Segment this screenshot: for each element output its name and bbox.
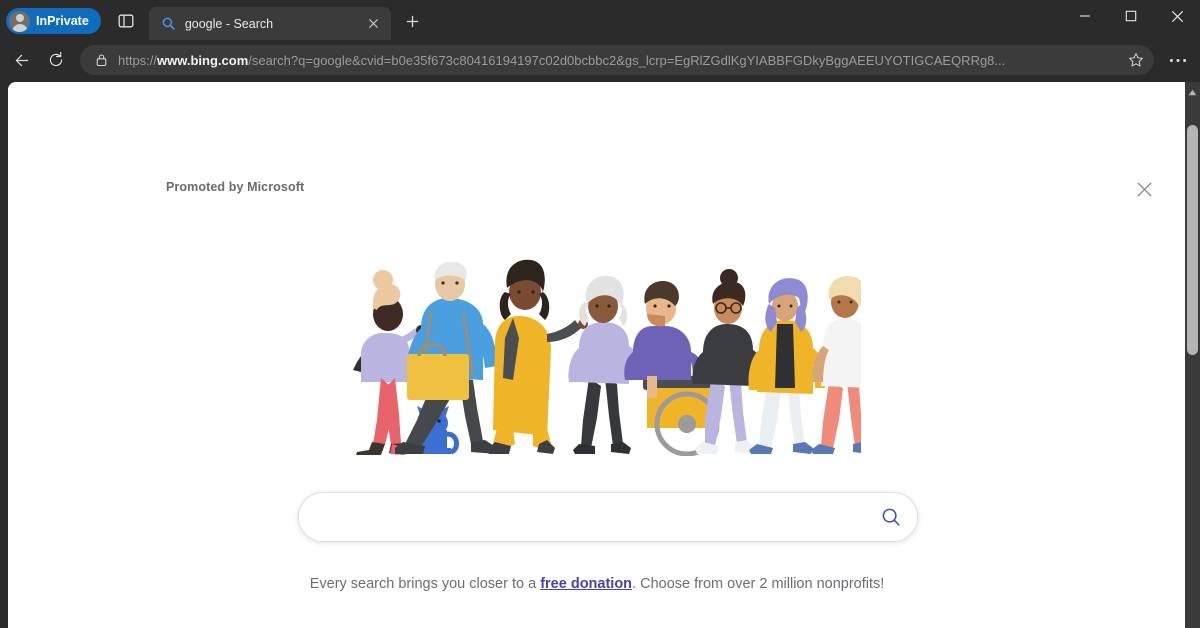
search-submit-button[interactable] — [865, 494, 917, 540]
close-window-button[interactable] — [1154, 0, 1200, 32]
browser-tab[interactable]: google - Search — [148, 7, 391, 40]
minimize-icon — [1080, 15, 1090, 17]
diverse-people-illustration — [347, 258, 888, 457]
search-box[interactable] — [298, 492, 918, 542]
hero-section: Every search brings you closer to a free… — [8, 82, 1186, 628]
tab-search-icon — [118, 14, 134, 28]
bing-search-icon — [161, 16, 176, 31]
search-icon — [882, 508, 900, 526]
url-host: www.bing.com — [157, 52, 249, 68]
url-scheme: https:// — [118, 52, 158, 68]
free-donation-link[interactable]: free donation — [540, 576, 632, 592]
browser-window: InPrivate google - Search https://www.bi… — [0, 0, 1200, 628]
maximize-icon — [1125, 10, 1137, 22]
minimize-button[interactable] — [1062, 0, 1108, 32]
search-input[interactable] — [299, 494, 865, 540]
address-bar-url: https://www.bing.com/search?q=google&cvi… — [118, 53, 1122, 68]
new-tab-button[interactable] — [399, 7, 427, 35]
address-bar[interactable]: https://www.bing.com/search?q=google&cvi… — [80, 45, 1154, 75]
scroll-up-button[interactable] — [1185, 85, 1200, 99]
back-button[interactable] — [6, 44, 38, 76]
tab-close-button[interactable] — [364, 14, 383, 33]
ellipsis-icon — [1169, 58, 1187, 62]
illustration-person-8 — [811, 276, 888, 454]
inprivate-badge[interactable]: InPrivate — [6, 8, 101, 34]
scrollbar-thumb[interactable] — [1187, 125, 1198, 355]
tagline-prefix: Every search brings you closer to a — [309, 576, 541, 592]
browser-settings-button[interactable] — [1162, 44, 1194, 76]
title-bar: InPrivate google - Search — [0, 0, 1200, 40]
star-icon — [1129, 53, 1143, 67]
donation-tagline: Every search brings you closer to a free… — [8, 576, 1186, 592]
inprivate-label: InPrivate — [36, 14, 89, 28]
bing-promoted-page: Promoted by Microsoft Every search bring… — [8, 82, 1186, 628]
maximize-button[interactable] — [1108, 0, 1154, 32]
navigation-bar: https://www.bing.com/search?q=google&cvi… — [0, 40, 1200, 80]
lock-icon — [90, 53, 112, 67]
page-scrollbar[interactable] — [1185, 82, 1200, 628]
refresh-button[interactable] — [40, 44, 72, 76]
close-icon — [1171, 10, 1183, 22]
tagline-suffix: . Choose from over 2 million nonprofits! — [632, 576, 885, 592]
tab-title: google - Search — [184, 16, 274, 31]
url-path: /search?q=google&cvid=b0e35f673c80416194… — [248, 52, 1006, 68]
refresh-icon — [49, 51, 63, 67]
avatar-icon — [9, 10, 30, 32]
window-controls — [1062, 0, 1200, 32]
plus-icon — [407, 15, 419, 27]
page-viewport: Promoted by Microsoft Every search bring… — [8, 82, 1200, 628]
tab-search-button[interactable] — [111, 7, 141, 35]
favorite-button[interactable] — [1122, 47, 1150, 73]
chevron-up-icon — [1188, 89, 1197, 95]
back-arrow-icon — [15, 54, 28, 66]
